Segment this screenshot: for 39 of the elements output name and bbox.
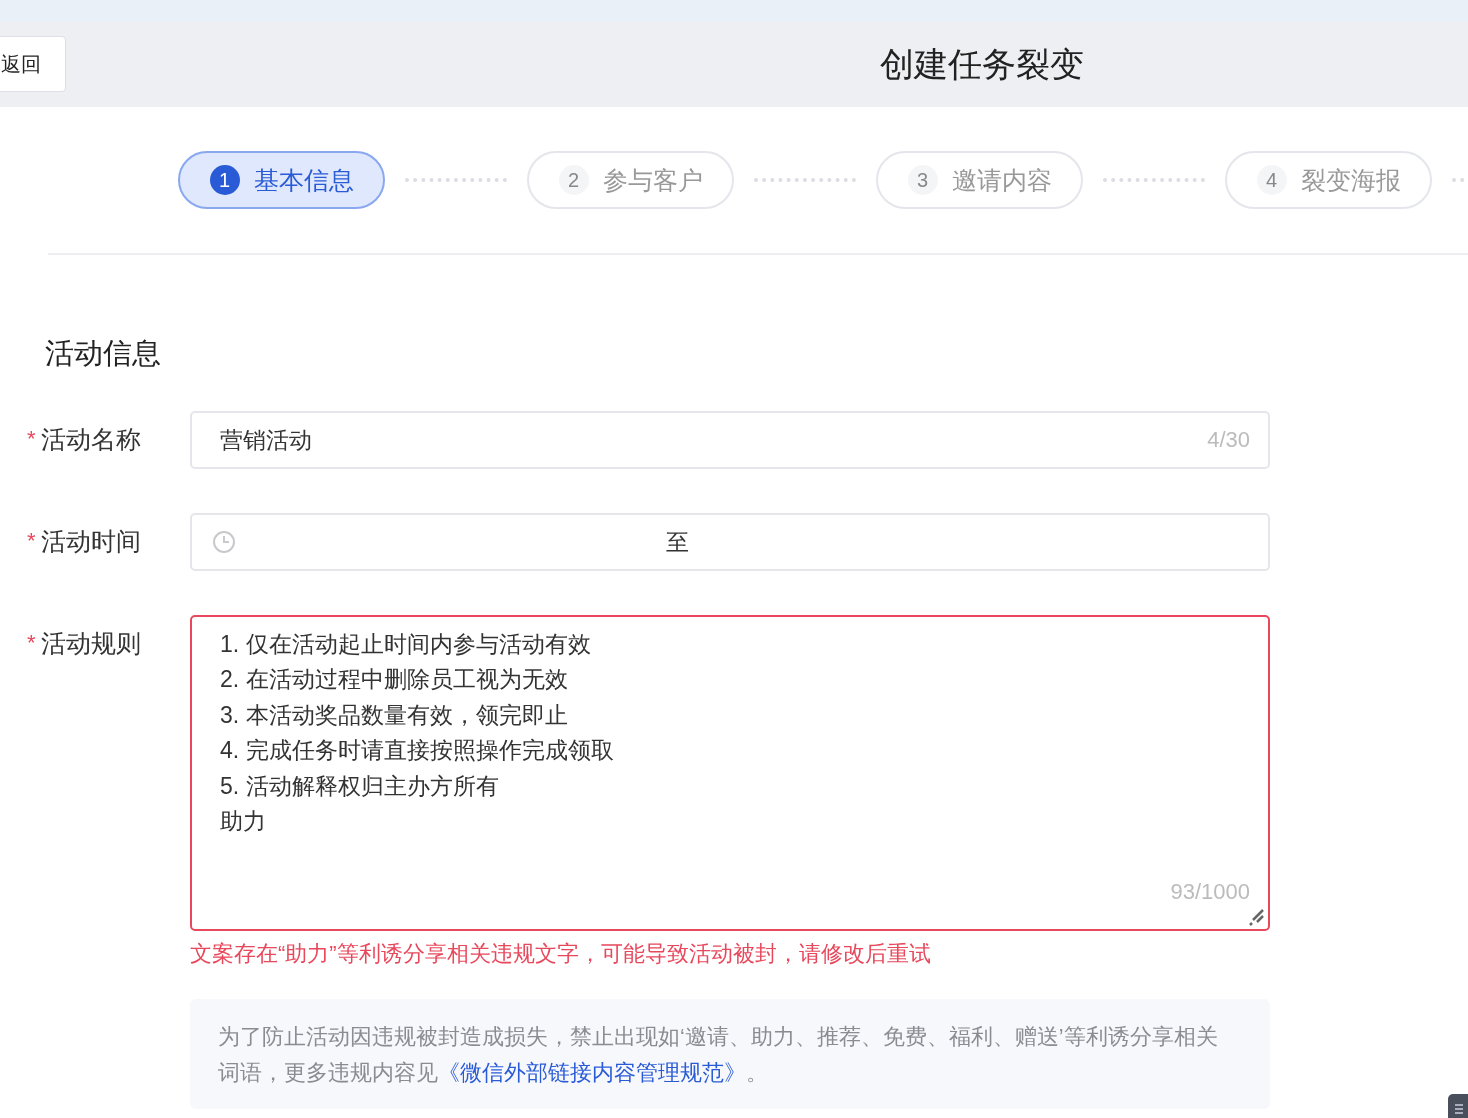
required-mark: * [27,630,36,656]
rule-line: 3. 本活动奖品数量有效，领完即止 [220,700,569,730]
rule-line: 1. 仅在活动起止时间内参与活动有效 [220,630,592,659]
step-label: 邀请内容 [951,164,1052,196]
character-counter: 4/30 [1207,427,1251,453]
back-button[interactable]: 返回 [0,36,66,92]
rule-line: 5. 活动解释权归主办方所有 [220,771,500,801]
rule-line: 2. 在活动过程中删除员工视为无效 [220,665,569,695]
step-number: 3 [907,165,938,195]
step-number: 1 [209,165,240,195]
required-mark: * [27,528,36,554]
error-message: 文案存在“助力”等利诱分享相关违规文字，可能导致活动被封，请修改后重试 [190,940,932,968]
page-title: 创建任务裂变 [880,43,1084,85]
date-range-field[interactable]: 至 [190,513,1270,571]
required-mark: * [27,426,36,452]
step-tab[interactable]: 3 邀请内容 [876,151,1083,209]
step-tab[interactable]: 4 裂变海报 [1225,151,1432,209]
step-label: 基本信息 [253,164,354,196]
range-separator: 至 [666,527,689,557]
character-counter: 93/1000 [1170,877,1250,906]
section-title: 活动信息 [45,336,162,371]
step-label: 参与客户 [602,164,703,196]
name-input-field[interactable]: 营销活动 4/30 [190,411,1270,469]
rules-textarea[interactable]: 1. 仅在活动起止时间内参与活动有效 2. 在活动过程中删除员工视为无效 3. 本活动奖品数量有效，领完即止 4. 完成任务时请直接按照操作完成领取 5. 活动解释权归主办方所有 助力 93/1000 [190,615,1270,931]
step-number: 4 [1256,165,1287,195]
rule-line: 4. 完成任务时请直接按照操作完成领取 [220,736,615,766]
field-label: 活动名称 [40,423,141,455]
field-label: 活动规则 [40,627,141,659]
field-label: 活动时间 [40,525,141,557]
step-tab[interactable]: 1 基本信息 [178,151,385,209]
guideline-link[interactable]: 《微信外部链接内容管理规范》 [438,1061,746,1085]
step-tab[interactable]: 2 参与客户 [527,151,734,209]
floating-menu-icon[interactable] [1448,1094,1468,1118]
step-number: 2 [558,165,589,195]
clock-icon [212,530,236,554]
compliance-notice: 为了防止活动因违规被封造成损失，禁止出现如‘邀请、助力、推荐、免费、福利、赠送’等利诱分享相关词语，更多违规内容见《微信外部链接内容管理规范》。 [190,999,1270,1109]
step-label: 裂变海报 [1300,164,1401,196]
rule-line: 助力 [220,807,267,837]
resize-handle-icon[interactable] [1247,908,1265,926]
